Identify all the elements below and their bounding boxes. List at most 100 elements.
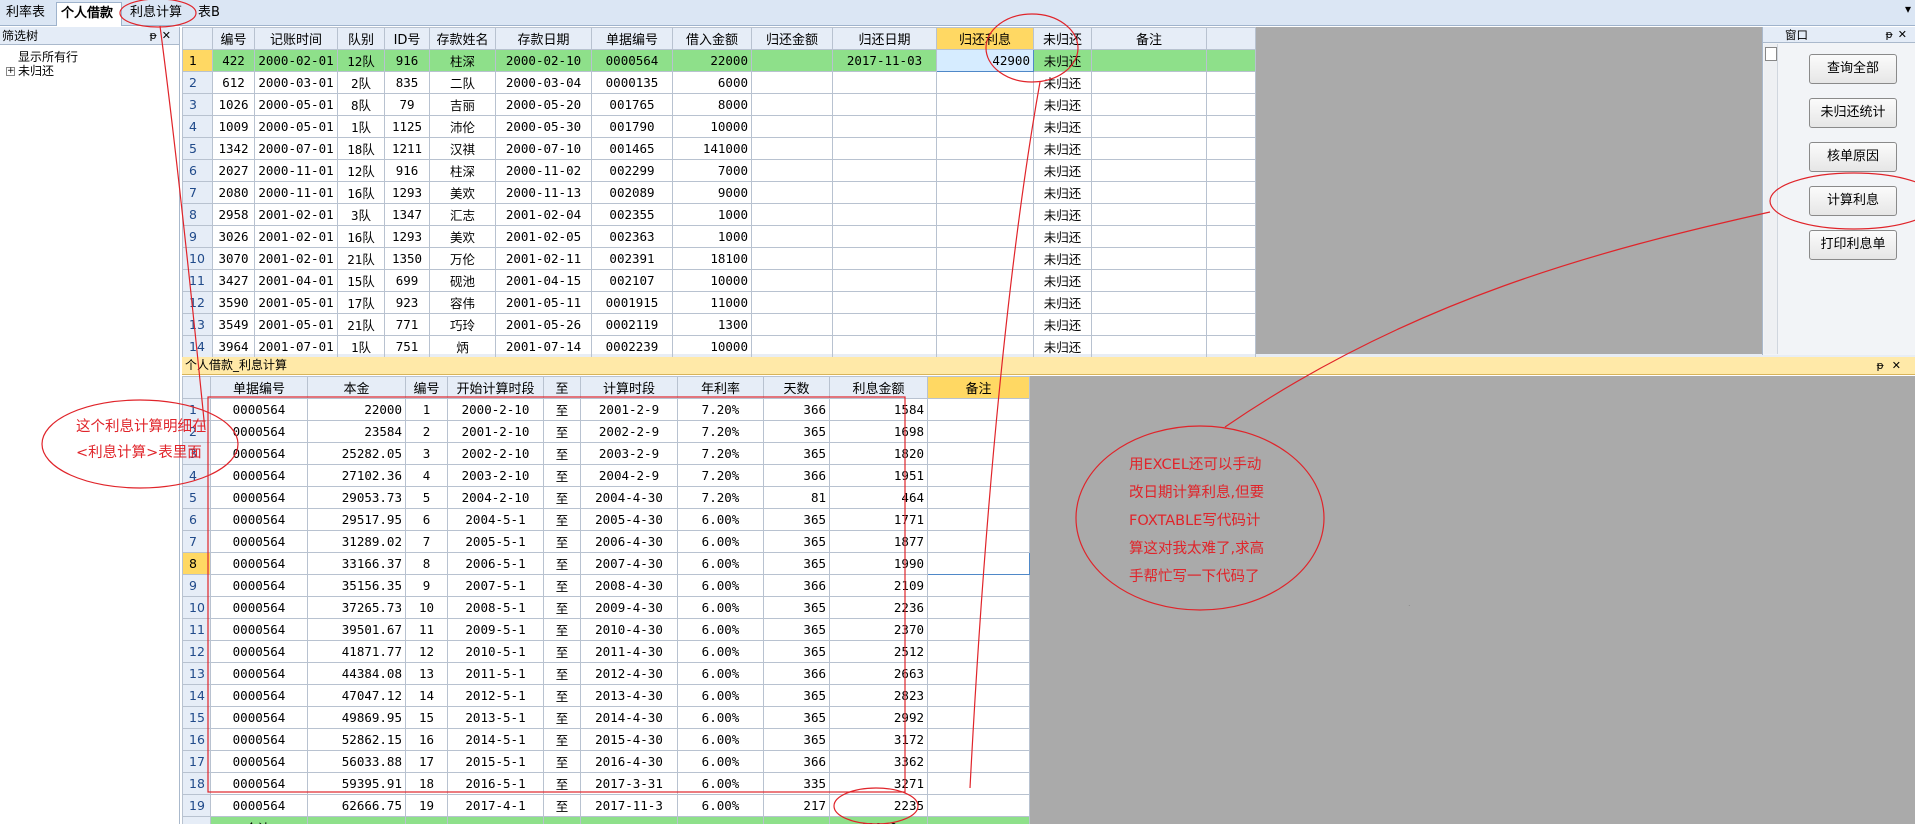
table-cell[interactable]: 10000 <box>672 115 752 138</box>
table-cell[interactable] <box>751 159 833 182</box>
table-cell[interactable]: 15 <box>405 706 448 729</box>
table-cell[interactable]: 2014-5-1 <box>447 728 544 751</box>
table-cell[interactable] <box>927 772 1030 795</box>
table-cell[interactable]: 0000564 <box>210 574 308 597</box>
tab-rate-table[interactable]: 利率表 <box>2 2 52 26</box>
table-cell[interactable] <box>936 181 1034 204</box>
table-row[interactable]: 10 3070 2001-02-01 21队 1350 万伦 2001-02-11 00239… <box>182 247 1256 270</box>
table-cell[interactable]: 7.20% <box>677 420 764 443</box>
row-number[interactable]: 7 <box>182 530 211 553</box>
table-cell[interactable]: 柱深 <box>429 49 496 72</box>
table-cell[interactable] <box>1091 93 1207 116</box>
table-cell[interactable]: 2370 <box>829 618 928 641</box>
table-cell[interactable]: 2015-5-1 <box>447 750 544 773</box>
table-row[interactable]: 9 3026 2001-02-01 16队 1293 美欢 2001-02-05 002363… <box>182 225 1256 248</box>
table-cell[interactable]: 16队 <box>337 225 385 248</box>
table-cell[interactable]: 1350 <box>384 247 430 270</box>
row-number[interactable]: 13 <box>182 313 213 336</box>
table-cell[interactable]: 12队 <box>337 159 385 182</box>
table-cell[interactable]: 612 <box>212 71 255 94</box>
table-cell[interactable]: 365 <box>763 684 830 707</box>
table-cell[interactable]: 2013-4-30 <box>580 684 678 707</box>
table-cell[interactable]: 37265.73 <box>307 596 406 619</box>
table-cell[interactable]: 12队 <box>337 49 385 72</box>
table-cell[interactable]: 56033.88 <box>307 750 406 773</box>
table-cell[interactable]: 0000564 <box>210 508 308 531</box>
table-cell[interactable] <box>927 618 1030 641</box>
table-cell[interactable]: 365 <box>763 728 830 751</box>
table-cell[interactable]: 366 <box>763 574 830 597</box>
table-cell[interactable]: 未归还 <box>1033 159 1092 182</box>
table-cell[interactable]: 31289.02 <box>307 530 406 553</box>
table-cell[interactable]: 62666.75 <box>307 794 406 817</box>
table-cell[interactable]: 容伟 <box>429 291 496 314</box>
table-cell[interactable] <box>927 596 1030 619</box>
table-row[interactable]: 12 0000564 41871.77 12 2010-5-1 至 2011-4-30 6.0… <box>182 640 1030 663</box>
table-cell[interactable] <box>936 225 1034 248</box>
table-cell[interactable] <box>832 181 937 204</box>
table-cell[interactable]: 3964 <box>212 335 255 358</box>
table-row[interactable]: 18 0000564 59395.91 18 2016-5-1 至 2017-3-31 6.0… <box>182 772 1030 795</box>
table-cell[interactable]: 2003-2-9 <box>580 442 678 465</box>
table-cell[interactable]: 23584 <box>307 420 406 443</box>
column-header[interactable]: 单据编号 <box>210 376 308 399</box>
table-cell[interactable]: 至 <box>543 420 581 443</box>
row-number[interactable]: 10 <box>182 247 213 270</box>
table-cell[interactable]: 15队 <box>337 269 385 292</box>
table-cell[interactable]: 2109 <box>829 574 928 597</box>
table-cell[interactable]: 2008-5-1 <box>447 596 544 619</box>
table-cell[interactable] <box>1091 181 1207 204</box>
table-cell[interactable]: 2001-02-04 <box>495 203 592 226</box>
row-number[interactable]: 5 <box>182 486 211 509</box>
table-cell[interactable]: 2004-2-9 <box>580 464 678 487</box>
table-cell[interactable] <box>832 93 937 116</box>
table-cell[interactable]: 2000-11-01 <box>254 181 338 204</box>
table-cell[interactable]: 至 <box>543 728 581 751</box>
table-cell[interactable]: 6.00% <box>677 618 764 641</box>
table-cell[interactable] <box>832 137 937 160</box>
table-cell[interactable] <box>1091 269 1207 292</box>
table-cell[interactable]: 未归还 <box>1033 71 1092 94</box>
table-cell[interactable] <box>1091 137 1207 160</box>
table-cell[interactable]: 7.20% <box>677 464 764 487</box>
table-cell[interactable]: 2005-4-30 <box>580 508 678 531</box>
table-cell[interactable]: 2001-04-15 <box>495 269 592 292</box>
table-cell[interactable]: 2012-4-30 <box>580 662 678 685</box>
column-header[interactable]: 归还日期 <box>832 27 937 50</box>
column-header[interactable]: 未归还 <box>1033 27 1092 50</box>
table-cell[interactable]: 2000-02-01 <box>254 49 338 72</box>
table-cell[interactable] <box>927 442 1030 465</box>
table-cell[interactable]: 2017-4-1 <box>447 794 544 817</box>
row-number[interactable]: 12 <box>182 291 213 314</box>
row-number[interactable]: 1 <box>182 49 213 72</box>
table-cell[interactable]: 1211 <box>384 137 430 160</box>
table-cell[interactable]: 6.00% <box>677 706 764 729</box>
table-cell[interactable]: 2000-03-04 <box>495 71 592 94</box>
table-cell[interactable]: 6.00% <box>677 574 764 597</box>
table-cell[interactable]: 至 <box>543 706 581 729</box>
row-number[interactable]: 8 <box>182 552 211 575</box>
table-cell[interactable]: 14 <box>405 684 448 707</box>
table-cell[interactable]: 0000564 <box>210 596 308 619</box>
row-number[interactable]: 9 <box>182 574 211 597</box>
table-row[interactable]: 10 0000564 37265.73 10 2008-5-1 至 2009-4-30 6.0… <box>182 596 1030 619</box>
table-cell[interactable] <box>751 71 833 94</box>
row-number[interactable]: 6 <box>182 159 213 182</box>
row-header-corner[interactable] <box>182 376 211 399</box>
table-cell[interactable]: 巧玲 <box>429 313 496 336</box>
table-cell[interactable]: 11000 <box>672 291 752 314</box>
table-cell[interactable] <box>927 750 1030 773</box>
table-row[interactable]: 5 0000564 29053.73 5 2004-2-10 至 2004-4-30 7.20… <box>182 486 1030 509</box>
table-cell[interactable]: 2000-07-10 <box>495 137 592 160</box>
pin-icon[interactable]: ᵽ <box>1885 28 1897 41</box>
table-cell[interactable]: 002355 <box>591 203 673 226</box>
table-cell[interactable]: 2013-5-1 <box>447 706 544 729</box>
row-number[interactable]: 14 <box>182 335 213 358</box>
table-cell[interactable]: 365 <box>763 618 830 641</box>
table-row[interactable]: 6 2027 2000-11-01 12队 916 柱深 2000-11-02 002299 7… <box>182 159 1256 182</box>
table-cell[interactable] <box>832 291 937 314</box>
table-cell[interactable] <box>751 49 833 72</box>
table-cell[interactable]: 27102.36 <box>307 464 406 487</box>
table-cell[interactable]: 13 <box>405 662 448 685</box>
table-cell[interactable]: 6 <box>405 508 448 531</box>
